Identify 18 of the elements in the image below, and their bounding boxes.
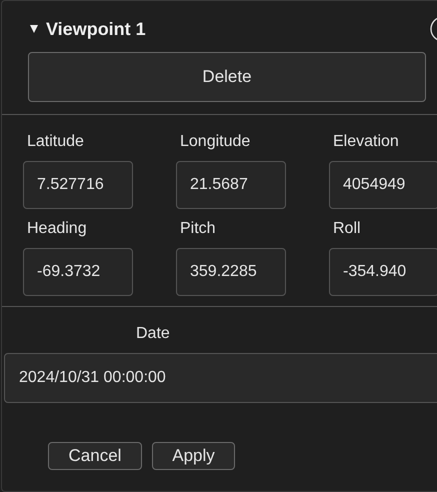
input-field[interactable]: 7.527716 <box>23 161 133 209</box>
input-field[interactable]: 359.2285 <box>176 248 286 296</box>
date-field[interactable]: 2024/10/31 00:00:00 <box>4 353 437 403</box>
field-label: Roll <box>333 219 361 239</box>
field-label: Elevation <box>333 132 399 152</box>
input-field[interactable]: -354.940 <box>329 248 437 296</box>
date-label: Date <box>136 325 170 343</box>
delete-button[interactable]: Delete <box>28 52 426 102</box>
field-label: Latitude <box>27 132 84 152</box>
field-label: Heading <box>27 219 87 239</box>
input-field[interactable]: 4054949 <box>329 161 437 209</box>
cancel-button[interactable]: Cancel <box>48 442 142 470</box>
field-label: Pitch <box>180 219 216 239</box>
apply-button[interactable]: Apply <box>152 442 235 470</box>
section-title: Viewpoint 1 <box>46 18 147 40</box>
field-label: Longitude <box>180 132 250 152</box>
input-field[interactable]: 21.5687 <box>176 161 286 209</box>
input-field[interactable]: -69.3732 <box>23 248 133 296</box>
